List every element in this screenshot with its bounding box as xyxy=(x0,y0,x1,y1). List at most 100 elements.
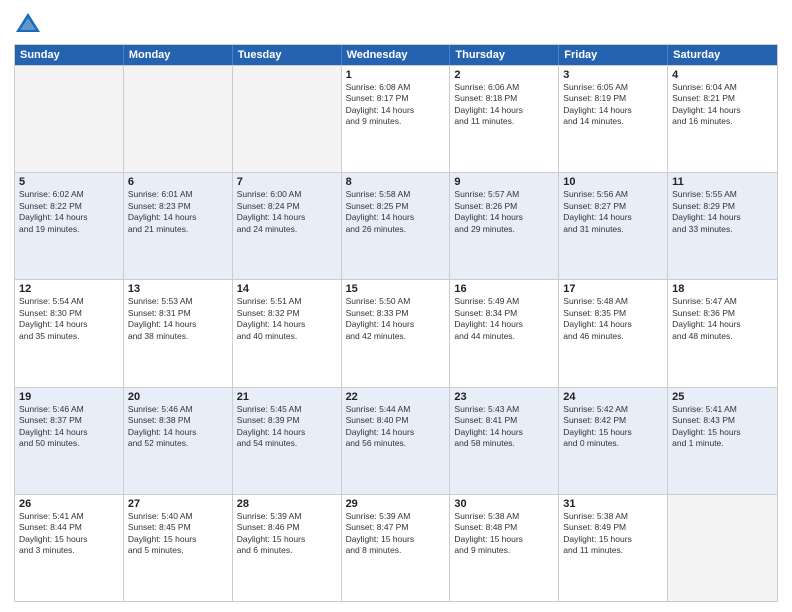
cell-info: Sunrise: 5:44 AM Sunset: 8:40 PM Dayligh… xyxy=(346,404,446,450)
day-number: 9 xyxy=(454,176,554,188)
day-number: 25 xyxy=(672,391,773,403)
calendar-cell: 6Sunrise: 6:01 AM Sunset: 8:23 PM Daylig… xyxy=(124,173,233,279)
cell-info: Sunrise: 5:56 AM Sunset: 8:27 PM Dayligh… xyxy=(563,189,663,235)
day-number: 24 xyxy=(563,391,663,403)
cell-info: Sunrise: 5:57 AM Sunset: 8:26 PM Dayligh… xyxy=(454,189,554,235)
calendar-cell: 30Sunrise: 5:38 AM Sunset: 8:48 PM Dayli… xyxy=(450,495,559,601)
cell-info: Sunrise: 5:49 AM Sunset: 8:34 PM Dayligh… xyxy=(454,296,554,342)
calendar-cell: 7Sunrise: 6:00 AM Sunset: 8:24 PM Daylig… xyxy=(233,173,342,279)
calendar-cell: 17Sunrise: 5:48 AM Sunset: 8:35 PM Dayli… xyxy=(559,280,668,386)
calendar-row: 19Sunrise: 5:46 AM Sunset: 8:37 PM Dayli… xyxy=(15,387,777,494)
day-number: 27 xyxy=(128,498,228,510)
cell-info: Sunrise: 5:43 AM Sunset: 8:41 PM Dayligh… xyxy=(454,404,554,450)
calendar-row: 5Sunrise: 6:02 AM Sunset: 8:22 PM Daylig… xyxy=(15,172,777,279)
page: SundayMondayTuesdayWednesdayThursdayFrid… xyxy=(0,0,792,612)
calendar-cell: 11Sunrise: 5:55 AM Sunset: 8:29 PM Dayli… xyxy=(668,173,777,279)
cell-info: Sunrise: 5:53 AM Sunset: 8:31 PM Dayligh… xyxy=(128,296,228,342)
day-number: 1 xyxy=(346,69,446,81)
calendar-cell: 5Sunrise: 6:02 AM Sunset: 8:22 PM Daylig… xyxy=(15,173,124,279)
calendar-cell: 19Sunrise: 5:46 AM Sunset: 8:37 PM Dayli… xyxy=(15,388,124,494)
day-number: 16 xyxy=(454,283,554,295)
calendar: SundayMondayTuesdayWednesdayThursdayFrid… xyxy=(14,44,778,602)
cell-info: Sunrise: 6:06 AM Sunset: 8:18 PM Dayligh… xyxy=(454,82,554,128)
calendar-cell: 29Sunrise: 5:39 AM Sunset: 8:47 PM Dayli… xyxy=(342,495,451,601)
calendar-header: SundayMondayTuesdayWednesdayThursdayFrid… xyxy=(15,45,777,65)
cell-info: Sunrise: 5:38 AM Sunset: 8:49 PM Dayligh… xyxy=(563,511,663,557)
calendar-cell: 16Sunrise: 5:49 AM Sunset: 8:34 PM Dayli… xyxy=(450,280,559,386)
day-number: 31 xyxy=(563,498,663,510)
day-number: 29 xyxy=(346,498,446,510)
day-number: 30 xyxy=(454,498,554,510)
calendar-cell xyxy=(15,66,124,172)
cal-header-day: Sunday xyxy=(15,45,124,65)
day-number: 18 xyxy=(672,283,773,295)
cell-info: Sunrise: 5:45 AM Sunset: 8:39 PM Dayligh… xyxy=(237,404,337,450)
day-number: 23 xyxy=(454,391,554,403)
cell-info: Sunrise: 5:41 AM Sunset: 8:44 PM Dayligh… xyxy=(19,511,119,557)
calendar-cell: 27Sunrise: 5:40 AM Sunset: 8:45 PM Dayli… xyxy=(124,495,233,601)
day-number: 8 xyxy=(346,176,446,188)
cell-info: Sunrise: 5:46 AM Sunset: 8:37 PM Dayligh… xyxy=(19,404,119,450)
calendar-cell: 9Sunrise: 5:57 AM Sunset: 8:26 PM Daylig… xyxy=(450,173,559,279)
cell-info: Sunrise: 5:55 AM Sunset: 8:29 PM Dayligh… xyxy=(672,189,773,235)
day-number: 28 xyxy=(237,498,337,510)
calendar-cell: 22Sunrise: 5:44 AM Sunset: 8:40 PM Dayli… xyxy=(342,388,451,494)
calendar-row: 26Sunrise: 5:41 AM Sunset: 8:44 PM Dayli… xyxy=(15,494,777,601)
calendar-cell: 28Sunrise: 5:39 AM Sunset: 8:46 PM Dayli… xyxy=(233,495,342,601)
day-number: 4 xyxy=(672,69,773,81)
day-number: 3 xyxy=(563,69,663,81)
calendar-row: 12Sunrise: 5:54 AM Sunset: 8:30 PM Dayli… xyxy=(15,279,777,386)
calendar-cell: 26Sunrise: 5:41 AM Sunset: 8:44 PM Dayli… xyxy=(15,495,124,601)
calendar-cell: 14Sunrise: 5:51 AM Sunset: 8:32 PM Dayli… xyxy=(233,280,342,386)
day-number: 15 xyxy=(346,283,446,295)
day-number: 17 xyxy=(563,283,663,295)
calendar-cell: 25Sunrise: 5:41 AM Sunset: 8:43 PM Dayli… xyxy=(668,388,777,494)
day-number: 11 xyxy=(672,176,773,188)
logo xyxy=(14,10,46,38)
cal-header-day: Saturday xyxy=(668,45,777,65)
calendar-cell: 1Sunrise: 6:08 AM Sunset: 8:17 PM Daylig… xyxy=(342,66,451,172)
cell-info: Sunrise: 5:46 AM Sunset: 8:38 PM Dayligh… xyxy=(128,404,228,450)
day-number: 6 xyxy=(128,176,228,188)
cell-info: Sunrise: 6:05 AM Sunset: 8:19 PM Dayligh… xyxy=(563,82,663,128)
day-number: 19 xyxy=(19,391,119,403)
cell-info: Sunrise: 5:47 AM Sunset: 8:36 PM Dayligh… xyxy=(672,296,773,342)
day-number: 20 xyxy=(128,391,228,403)
calendar-cell: 15Sunrise: 5:50 AM Sunset: 8:33 PM Dayli… xyxy=(342,280,451,386)
calendar-cell: 4Sunrise: 6:04 AM Sunset: 8:21 PM Daylig… xyxy=(668,66,777,172)
day-number: 10 xyxy=(563,176,663,188)
cell-info: Sunrise: 6:08 AM Sunset: 8:17 PM Dayligh… xyxy=(346,82,446,128)
calendar-row: 1Sunrise: 6:08 AM Sunset: 8:17 PM Daylig… xyxy=(15,65,777,172)
cell-info: Sunrise: 5:42 AM Sunset: 8:42 PM Dayligh… xyxy=(563,404,663,450)
calendar-body: 1Sunrise: 6:08 AM Sunset: 8:17 PM Daylig… xyxy=(15,65,777,601)
logo-icon xyxy=(14,10,42,38)
calendar-cell: 21Sunrise: 5:45 AM Sunset: 8:39 PM Dayli… xyxy=(233,388,342,494)
calendar-cell: 31Sunrise: 5:38 AM Sunset: 8:49 PM Dayli… xyxy=(559,495,668,601)
calendar-cell xyxy=(124,66,233,172)
cell-info: Sunrise: 5:50 AM Sunset: 8:33 PM Dayligh… xyxy=(346,296,446,342)
header xyxy=(14,10,778,38)
calendar-cell: 20Sunrise: 5:46 AM Sunset: 8:38 PM Dayli… xyxy=(124,388,233,494)
cal-header-day: Thursday xyxy=(450,45,559,65)
day-number: 14 xyxy=(237,283,337,295)
cell-info: Sunrise: 5:48 AM Sunset: 8:35 PM Dayligh… xyxy=(563,296,663,342)
cell-info: Sunrise: 5:39 AM Sunset: 8:46 PM Dayligh… xyxy=(237,511,337,557)
calendar-cell: 2Sunrise: 6:06 AM Sunset: 8:18 PM Daylig… xyxy=(450,66,559,172)
cell-info: Sunrise: 6:04 AM Sunset: 8:21 PM Dayligh… xyxy=(672,82,773,128)
cal-header-day: Wednesday xyxy=(342,45,451,65)
day-number: 12 xyxy=(19,283,119,295)
calendar-cell: 10Sunrise: 5:56 AM Sunset: 8:27 PM Dayli… xyxy=(559,173,668,279)
day-number: 13 xyxy=(128,283,228,295)
calendar-cell: 13Sunrise: 5:53 AM Sunset: 8:31 PM Dayli… xyxy=(124,280,233,386)
cell-info: Sunrise: 6:01 AM Sunset: 8:23 PM Dayligh… xyxy=(128,189,228,235)
day-number: 5 xyxy=(19,176,119,188)
calendar-cell: 23Sunrise: 5:43 AM Sunset: 8:41 PM Dayli… xyxy=(450,388,559,494)
calendar-cell: 24Sunrise: 5:42 AM Sunset: 8:42 PM Dayli… xyxy=(559,388,668,494)
day-number: 2 xyxy=(454,69,554,81)
cal-header-day: Friday xyxy=(559,45,668,65)
calendar-cell: 8Sunrise: 5:58 AM Sunset: 8:25 PM Daylig… xyxy=(342,173,451,279)
cell-info: Sunrise: 5:51 AM Sunset: 8:32 PM Dayligh… xyxy=(237,296,337,342)
cal-header-day: Monday xyxy=(124,45,233,65)
calendar-cell xyxy=(233,66,342,172)
calendar-cell xyxy=(668,495,777,601)
